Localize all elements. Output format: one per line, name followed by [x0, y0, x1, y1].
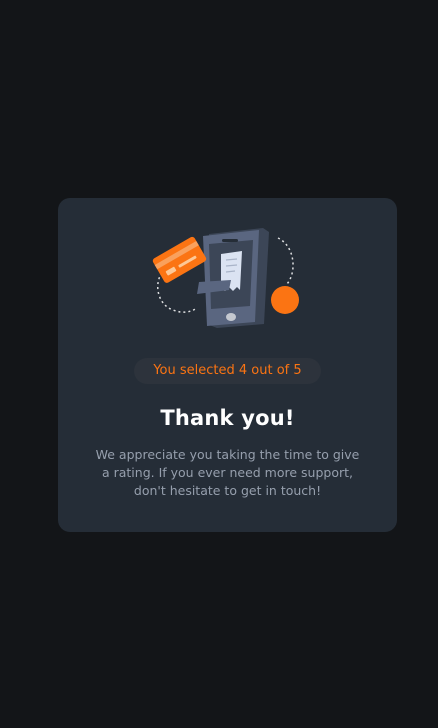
thank-you-card: You selected 4 out of 5 Thank you! We ap… [58, 198, 397, 532]
thank-you-title: Thank you! [160, 406, 295, 430]
thank-you-message: We appreciate you taking the time to giv… [95, 447, 360, 498]
rating-result-badge: You selected 4 out of 5 [134, 358, 321, 384]
payment-phone-illustration [152, 228, 299, 328]
